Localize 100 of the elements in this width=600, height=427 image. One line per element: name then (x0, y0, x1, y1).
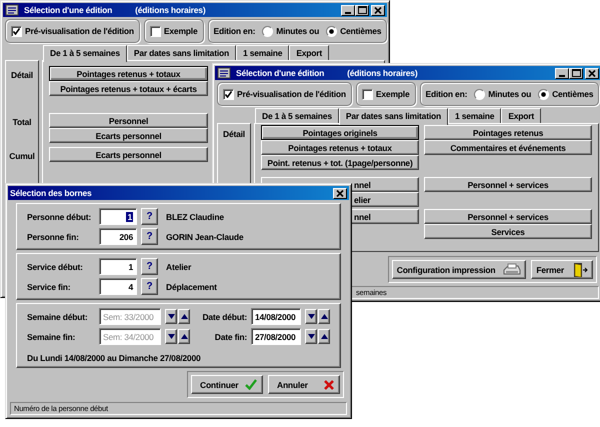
action-button[interactable]: Configuration impression (392, 260, 526, 279)
report-button[interactable]: Pointages retenus + totaux (49, 66, 208, 81)
radio-button[interactable] (474, 88, 486, 100)
report-button[interactable]: Personnel (49, 113, 208, 128)
close-icon (336, 190, 344, 196)
spin-up-button[interactable] (318, 329, 330, 344)
down-triangle-icon (168, 314, 174, 319)
tab[interactable]: 1 semaine (448, 108, 502, 123)
report-button[interactable]: Pointages retenus + totaux (261, 140, 419, 155)
minimize-button[interactable] (341, 4, 355, 16)
radio-label: Minutes ou (276, 26, 320, 36)
report-button[interactable]: Services (424, 224, 592, 239)
window-icon (217, 67, 231, 79)
close-icon (588, 70, 596, 76)
window-title: Sélection des bornes (10, 188, 92, 198)
down-triangle-icon (308, 334, 314, 339)
close-button[interactable] (333, 188, 347, 198)
checkbox[interactable] (11, 26, 22, 36)
number-field[interactable]: 1 (99, 208, 137, 225)
checkbox[interactable] (362, 88, 373, 100)
close-button[interactable] (585, 68, 599, 78)
report-button[interactable]: Pointages originels (261, 125, 419, 140)
close-button[interactable] (371, 4, 385, 16)
action-button[interactable]: Annuler (268, 375, 340, 394)
row-label: Détail (223, 129, 245, 141)
spin-down-button[interactable] (305, 329, 317, 344)
row-label: Cumul (9, 151, 35, 162)
tab[interactable]: Export (289, 45, 330, 60)
check-icon (245, 379, 257, 390)
tab[interactable]: De 1 à 5 semaines (43, 45, 127, 62)
group-label: Edition en: (214, 26, 256, 36)
check-icon (13, 28, 20, 34)
door-icon (572, 262, 588, 278)
up-triangle-icon (180, 314, 188, 319)
checkbox[interactable] (150, 26, 161, 36)
radio-button[interactable] (538, 88, 550, 100)
checkbox-label: Exemple (164, 26, 198, 36)
report-button[interactable]: Pointages retenus + totaux + écarts (49, 81, 208, 96)
checkbox[interactable] (223, 88, 234, 100)
report-button[interactable]: Point. retenus + tot. (1page/personne) (261, 155, 419, 170)
maximize-icon (358, 6, 366, 14)
action-button[interactable]: Continuer (191, 375, 263, 394)
minimize-button[interactable] (555, 68, 569, 78)
window-subtitle: (éditions horaires) (135, 5, 206, 15)
row-label: Détail (11, 70, 33, 82)
report-button[interactable]: Personnel + services (424, 209, 592, 224)
field-label: Service début: (27, 262, 84, 272)
tab[interactable]: Export (501, 108, 542, 123)
date-field[interactable]: 14/08/2000 (251, 308, 301, 325)
spin-up-button[interactable] (318, 309, 330, 324)
down-triangle-icon (168, 334, 174, 339)
field-label: Date fin: (214, 332, 247, 342)
close-icon (374, 6, 382, 14)
checkbox-label: Exemple (376, 89, 410, 99)
number-field[interactable]: 1 (99, 258, 137, 275)
field-label: Semaine fin: (27, 332, 76, 342)
lookup-result: GORIN Jean-Claude (166, 232, 244, 242)
down-triangle-icon (308, 314, 314, 319)
window-icon (5, 4, 19, 16)
report-button[interactable]: Personnel + services (424, 177, 592, 192)
spin-down-button[interactable] (305, 309, 317, 324)
checkbox-label: Pré-visualisation de l'édition (25, 26, 134, 36)
tab[interactable]: De 1 à 5 semaines (255, 108, 339, 123)
spin-up-button[interactable] (178, 309, 190, 324)
tab[interactable]: Par dates sans limitation (338, 108, 448, 125)
spin-down-button[interactable] (165, 309, 177, 324)
radio-button[interactable] (262, 26, 274, 36)
maximize-button[interactable] (355, 4, 369, 16)
window-title: Sélection d'une édition (24, 5, 112, 15)
help-button[interactable]: ? (141, 228, 158, 245)
lookup-result: Atelier (166, 262, 192, 272)
printer-icon (503, 263, 522, 276)
maximize-button[interactable] (569, 68, 583, 78)
lookup-result: BLEZ Claudine (166, 212, 224, 222)
spin-down-button[interactable] (165, 329, 177, 344)
help-button[interactable]: ? (141, 208, 158, 225)
report-button[interactable]: Commentaires et événements (424, 140, 592, 155)
tab[interactable]: 1 semaine (236, 45, 290, 60)
lookup-result: Déplacement (166, 282, 217, 292)
help-button[interactable]: ? (141, 278, 158, 295)
up-triangle-icon (180, 334, 188, 339)
field-label: Personne fin: (27, 232, 80, 242)
period-summary: Du Lundi 14/08/2000 au Dimanche 27/08/2000 (27, 353, 202, 363)
field-label: Service fin: (27, 282, 72, 292)
tab[interactable]: Par dates sans limitation (126, 45, 236, 60)
cross-icon (324, 380, 334, 390)
number-field[interactable]: 4 (99, 278, 137, 295)
up-triangle-icon (320, 314, 328, 319)
row-label: Total (12, 117, 32, 129)
number-field[interactable]: 206 (99, 228, 137, 245)
report-button[interactable]: Ecarts personnel (49, 128, 208, 143)
spin-up-button[interactable] (178, 329, 190, 344)
date-field[interactable]: 27/08/2000 (251, 328, 301, 345)
report-button[interactable]: Pointages retenus (424, 125, 592, 140)
report-button[interactable]: Ecarts personnel (49, 147, 208, 162)
help-button[interactable]: ? (141, 258, 158, 275)
action-button[interactable]: Fermer (531, 260, 593, 279)
window-title: Sélection d'une édition (236, 68, 324, 78)
radio-button[interactable] (326, 26, 338, 36)
maximize-icon (572, 69, 580, 77)
